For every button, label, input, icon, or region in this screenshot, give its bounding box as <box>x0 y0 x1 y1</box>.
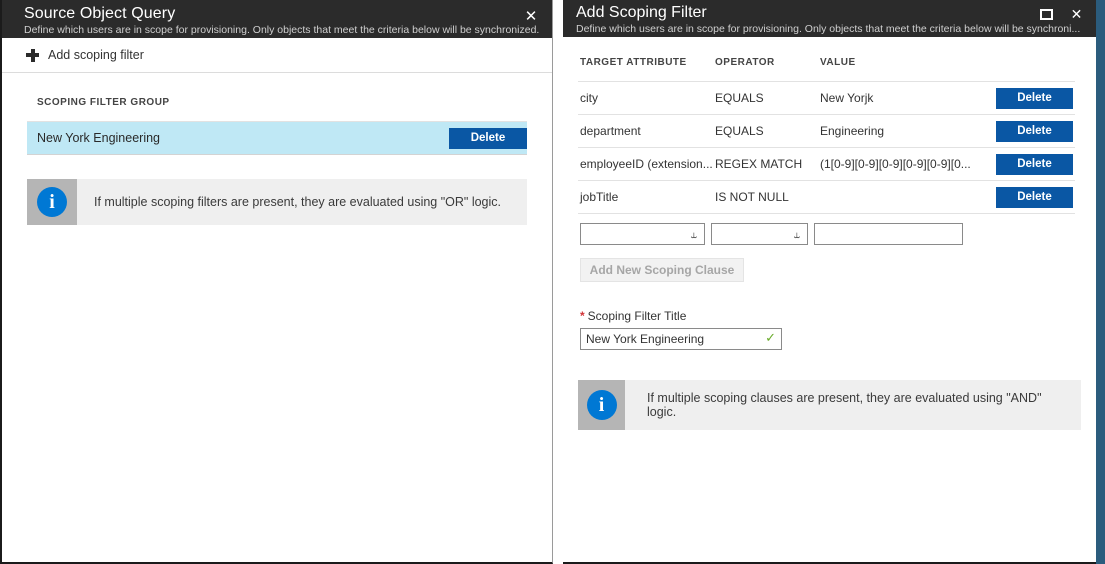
cell-value: Engineering <box>818 115 975 148</box>
restore-window-icon[interactable] <box>1036 5 1057 25</box>
command-bar: Add scoping filter <box>2 38 552 73</box>
scoping-filter-title-field: *Scoping Filter Title ✓ <box>578 309 1081 350</box>
cell-actions: Delete <box>975 115 1075 148</box>
table-row: employeeID (extension... REGEX MATCH (1[… <box>578 148 1075 181</box>
screen-root: Source Object Query Define which users a… <box>0 0 1105 564</box>
delete-button[interactable]: Delete <box>996 154 1073 175</box>
table-header-row: TARGET ATTRIBUTE OPERATOR VALUE <box>578 57 1075 82</box>
info-icon-container: i <box>27 179 77 225</box>
right-page-title: Add Scoping Filter <box>576 3 1096 22</box>
new-clause-row: ⥿ ⥿ <box>578 223 1081 245</box>
table-row: jobTitle IS NOT NULL Delete <box>578 181 1075 214</box>
cell-operator: REGEX MATCH <box>713 148 818 181</box>
info-icon: i <box>37 187 67 217</box>
chevron-down-icon: ⥿ <box>691 226 697 244</box>
info-banner-text: If multiple scoping filters are present,… <box>77 179 513 225</box>
scoping-filter-title-label: *Scoping Filter Title <box>580 309 1081 323</box>
scoping-filter-group-list: New York Engineering Delete <box>27 121 527 155</box>
window-controls: ✕ <box>1036 5 1087 25</box>
cell-target-attribute: employeeID (extension... <box>578 148 713 181</box>
chevron-down-icon: ⥿ <box>794 226 800 244</box>
cell-operator: IS NOT NULL <box>713 181 818 214</box>
column-header-operator: OPERATOR <box>713 57 818 82</box>
plus-icon[interactable] <box>26 49 39 62</box>
list-item[interactable]: New York Engineering Delete <box>27 122 527 155</box>
target-attribute-select[interactable]: ⥿ <box>580 223 705 245</box>
info-banner-and-logic: i If multiple scoping clauses are presen… <box>578 380 1081 430</box>
delete-button[interactable]: Delete <box>449 128 527 149</box>
info-icon: i <box>587 390 617 420</box>
source-object-query-blade: Source Object Query Define which users a… <box>0 0 553 564</box>
add-new-scoping-clause-button[interactable]: Add New Scoping Clause <box>580 258 744 282</box>
column-header-target-attribute: TARGET ATTRIBUTE <box>578 57 713 82</box>
column-header-value: VALUE <box>818 57 975 82</box>
close-icon[interactable]: ✕ <box>1066 5 1087 25</box>
table-row: department EQUALS Engineering Delete <box>578 115 1075 148</box>
delete-button[interactable]: Delete <box>996 187 1073 208</box>
right-blade-header: Add Scoping Filter Define which users ar… <box>563 0 1096 37</box>
cell-operator: EQUALS <box>713 82 818 115</box>
cell-target-attribute: city <box>578 82 713 115</box>
cell-value: New Yorjk <box>818 82 975 115</box>
scoping-filter-group-label: SCOPING FILTER GROUP <box>37 97 552 108</box>
table-row: city EQUALS New Yorjk Delete <box>578 82 1075 115</box>
scoping-clause-table: TARGET ATTRIBUTE OPERATOR VALUE city EQU… <box>578 57 1075 214</box>
value-input[interactable] <box>814 223 963 245</box>
info-icon-container: i <box>578 380 625 430</box>
cell-actions: Delete <box>975 82 1075 115</box>
info-banner-or-logic: i If multiple scoping filters are presen… <box>27 179 527 225</box>
add-scoping-filter-button[interactable]: Add scoping filter <box>48 48 144 62</box>
cell-value: (1[0-9][0-9][0-9][0-9][0-9][0... <box>818 148 975 181</box>
cell-value <box>818 181 975 214</box>
operator-select[interactable]: ⥿ <box>711 223 808 245</box>
right-page-subtitle: Define which users are in scope for prov… <box>576 23 1096 36</box>
close-icon[interactable]: ✕ <box>520 6 542 26</box>
left-blade-header: Source Object Query Define which users a… <box>2 0 552 38</box>
column-header-actions <box>975 57 1075 82</box>
scoping-filter-title-input-wrap: ✓ <box>580 328 782 350</box>
filter-group-name: New York Engineering <box>37 131 449 145</box>
info-banner-text: If multiple scoping clauses are present,… <box>625 380 1081 430</box>
cell-target-attribute: jobTitle <box>578 181 713 214</box>
page-title: Source Object Query <box>24 4 552 23</box>
checkmark-icon: ✓ <box>765 330 776 348</box>
scoping-clause-area: TARGET ATTRIBUTE OPERATOR VALUE city EQU… <box>563 57 1096 350</box>
cell-target-attribute: department <box>578 115 713 148</box>
cell-actions: Delete <box>975 148 1075 181</box>
delete-button[interactable]: Delete <box>996 88 1073 109</box>
page-subtitle: Define which users are in scope for prov… <box>24 24 552 37</box>
scoping-filter-title-input[interactable] <box>580 328 782 350</box>
required-marker: * <box>580 309 585 323</box>
field-label-text: Scoping Filter Title <box>588 309 687 323</box>
add-scoping-filter-blade: Add Scoping Filter Define which users ar… <box>563 0 1096 564</box>
right-edge-accent-strip <box>1096 0 1105 564</box>
cell-actions: Delete <box>975 181 1075 214</box>
cell-operator: EQUALS <box>713 115 818 148</box>
delete-button[interactable]: Delete <box>996 121 1073 142</box>
